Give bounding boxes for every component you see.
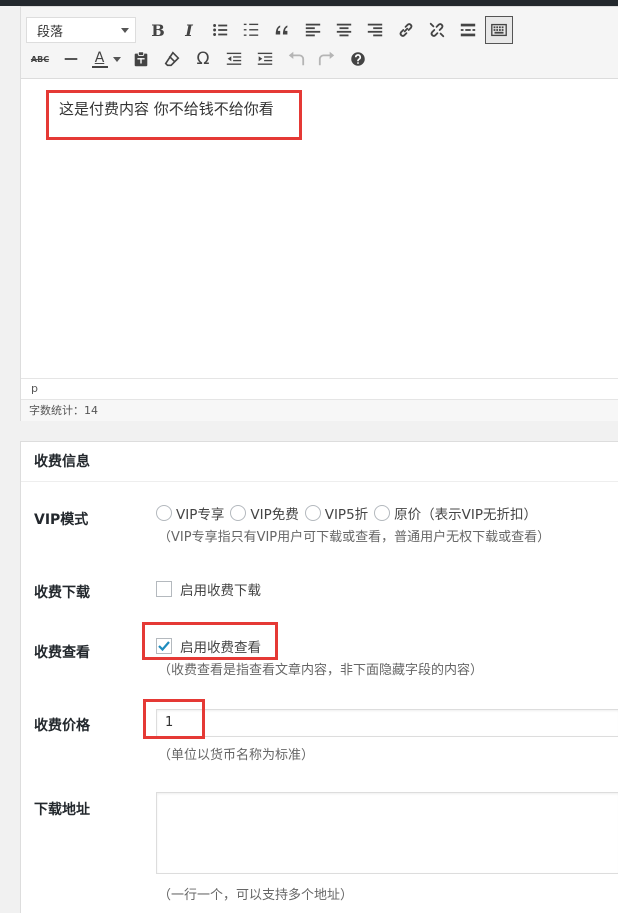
download-url-textarea[interactable] [156, 792, 618, 874]
word-count-bar: 字数统计：14 [21, 399, 618, 421]
eraser-icon [164, 51, 180, 67]
align-center-icon [336, 23, 352, 37]
radio-label-original-price: 原价（表示VIP无折扣） [394, 507, 538, 523]
text-color-icon: A [91, 49, 108, 68]
paid-download-label: 收费下载 [34, 585, 90, 601]
paste-text-icon [134, 51, 148, 67]
price-label: 收费价格 [34, 718, 90, 734]
bullet-list-icon [213, 24, 228, 36]
price-desc: （单位以货币名称为标准） [158, 748, 315, 763]
radio-label-vip-exclusive: VIP专享 [176, 507, 225, 523]
editor-toolbar: 段落 B I ABC A Ω [21, 7, 618, 79]
help-button[interactable] [344, 45, 372, 73]
text-color-button[interactable]: A [88, 45, 124, 73]
editor-path-bar: p [21, 378, 618, 399]
redo-icon [318, 51, 335, 66]
outdent-button[interactable] [220, 45, 248, 73]
radio-vip-half[interactable] [304, 505, 321, 521]
numbered-list-icon [243, 23, 259, 36]
paid-download-checkbox-label: 启用收费下载 [180, 583, 261, 599]
chevron-down-icon [121, 27, 129, 33]
checkmark-icon [158, 641, 170, 652]
undo-button[interactable] [282, 45, 310, 73]
align-left-icon [305, 23, 321, 37]
download-url-desc: （一行一个，可以支持多个地址） [158, 888, 354, 903]
indent-button[interactable] [251, 45, 279, 73]
indent-icon [257, 52, 273, 65]
format-select[interactable]: 段落 [26, 17, 136, 43]
toolbar-toggle-icon [491, 23, 507, 37]
text-color-letter: A [94, 49, 105, 66]
toolbar-row-2: ABC A Ω [26, 44, 375, 74]
undo-icon [288, 51, 305, 66]
toolbar-toggle-button[interactable] [485, 16, 513, 44]
price-input[interactable]: 1 [156, 709, 618, 737]
radio-vip-exclusive[interactable] [156, 505, 172, 521]
vip-mode-label: VIP模式 [34, 512, 89, 528]
blockquote-icon [275, 25, 288, 35]
outdent-icon [226, 52, 242, 65]
paid-content-text: 这是付费内容 你不给钱不给你看 [59, 100, 274, 118]
read-more-button[interactable] [454, 16, 482, 44]
paste-text-button[interactable] [127, 45, 155, 73]
bullet-list-button[interactable] [206, 16, 234, 44]
redo-button[interactable] [313, 45, 341, 73]
bold-button[interactable]: B [144, 16, 172, 44]
link-icon [399, 23, 413, 37]
bold-icon: B [151, 20, 165, 40]
paid-view-label: 收费查看 [34, 645, 90, 661]
radio-vip-free[interactable] [230, 505, 247, 521]
unlink-icon [429, 22, 445, 38]
paid-download-checkbox[interactable] [156, 581, 172, 597]
paid-view-desc: （收费查看是指查看文章内容，非下面隐藏字段的内容） [158, 663, 484, 678]
vip-mode-radio-group: VIP专享 VIP免费 VIP5折 原价（表示VIP无折扣） [156, 503, 543, 523]
radio-label-vip-half: VIP5折 [324, 507, 369, 523]
paid-view-checkbox[interactable] [156, 638, 172, 654]
italic-button[interactable]: I [175, 16, 203, 44]
editor-content-area[interactable]: 这是付费内容 你不给钱不给你看 [21, 79, 618, 378]
paid-download-option: 启用收费下载 [156, 579, 261, 599]
download-url-label: 下载地址 [34, 802, 90, 818]
post-editor: 段落 B I ABC A Ω 这是付费内容 你不给钱不给你看 p 字数统计：14 [20, 6, 618, 421]
align-right-icon [367, 23, 383, 37]
strikethrough-icon: ABC [30, 54, 50, 64]
format-select-value: 段落 [37, 24, 64, 40]
align-right-button[interactable] [361, 16, 389, 44]
path-element[interactable]: p [31, 382, 38, 395]
paid-view-checkbox-label: 启用收费查看 [180, 640, 261, 656]
toolbar-row-1: 段落 B I [26, 15, 516, 45]
numbered-list-button[interactable] [237, 16, 265, 44]
paid-info-metabox: 收费信息 VIP模式 VIP专享 VIP免费 VIP5折 原价（表示VIP无折扣… [20, 441, 618, 913]
radio-original-price[interactable] [374, 505, 391, 521]
metabox-title: 收费信息 [21, 442, 618, 482]
link-button[interactable] [392, 16, 420, 44]
align-left-button[interactable] [299, 16, 327, 44]
horizontal-rule-icon [64, 58, 78, 60]
paid-view-option: 启用收费查看 [156, 636, 261, 656]
strikethrough-button[interactable]: ABC [26, 45, 54, 73]
unlink-button[interactable] [423, 16, 451, 44]
text-color-swatch [91, 65, 108, 68]
radio-label-vip-free: VIP免费 [250, 507, 299, 523]
read-more-icon [460, 23, 476, 37]
vip-mode-desc: （VIP专享指只有VIP用户可下载或查看，普通用户无权下载或查看） [158, 530, 551, 545]
clear-format-button[interactable] [158, 45, 186, 73]
special-char-button[interactable]: Ω [189, 45, 217, 73]
omega-icon: Ω [196, 49, 210, 69]
help-icon [351, 52, 365, 66]
blockquote-button[interactable] [268, 16, 296, 44]
chevron-down-icon [112, 56, 121, 62]
word-count: 字数统计：14 [29, 404, 98, 417]
align-center-button[interactable] [330, 16, 358, 44]
horizontal-rule-button[interactable] [57, 45, 85, 73]
italic-icon: I [185, 20, 193, 40]
